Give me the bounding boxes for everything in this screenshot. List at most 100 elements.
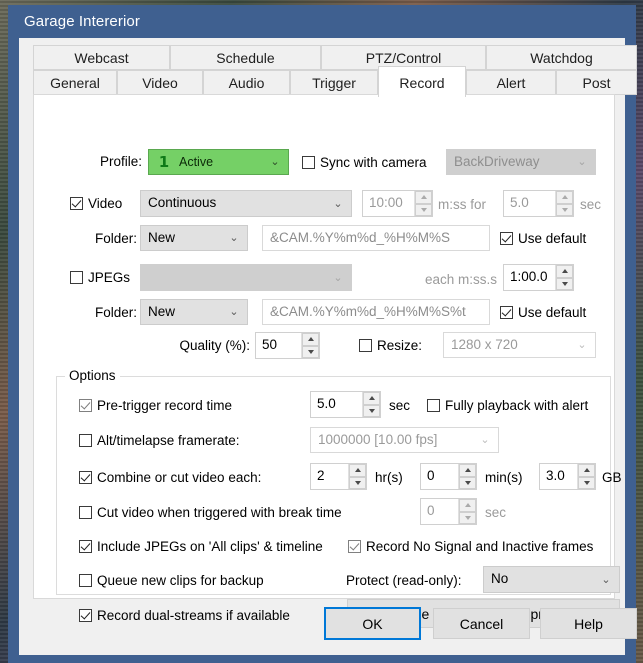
video-mode-dropdown[interactable]: Continuous ⌄ xyxy=(140,190,352,217)
camera-dropdown[interactable]: BackDriveway ⌄ xyxy=(446,149,596,175)
tab-trigger[interactable]: Trigger xyxy=(290,70,378,95)
spinner-down-icon[interactable] xyxy=(556,203,573,216)
spinner-down-icon[interactable] xyxy=(459,511,476,524)
alt-framerate-dropdown[interactable]: 1000000 [10.00 fps] ⌄ xyxy=(310,427,499,453)
video-post-spinner[interactable]: 5.0 xyxy=(503,190,574,217)
pre-trigger-checkbox[interactable]: Pre-trigger record time xyxy=(79,398,232,414)
combine-minutes-unit: min(s) xyxy=(485,470,523,485)
spinner-buttons[interactable] xyxy=(301,333,319,358)
resize-dropdown[interactable]: 1280 x 720 ⌄ xyxy=(443,332,596,358)
include-jpegs-checkbox[interactable]: Include JPEGs on 'All clips' & timeline xyxy=(79,539,323,555)
combine-size-unit: GB xyxy=(602,470,622,485)
spinner-up-icon[interactable] xyxy=(302,333,319,346)
spinner-buttons[interactable] xyxy=(348,464,366,489)
spinner-up-icon[interactable] xyxy=(578,464,595,477)
spinner-down-icon[interactable] xyxy=(363,404,380,417)
ok-button[interactable]: OK xyxy=(324,607,421,640)
tab-watchdog[interactable]: Watchdog xyxy=(486,45,637,70)
spinner-buttons[interactable] xyxy=(458,464,476,489)
tab-audio[interactable]: Audio xyxy=(203,70,290,95)
alt-framerate-value: 1000000 [10.00 fps] xyxy=(318,432,438,447)
spinner-up-icon[interactable] xyxy=(459,464,476,477)
combine-minutes-spinner[interactable]: 0 xyxy=(420,463,477,490)
jpegs-interval-spinner[interactable]: 1:00.0 xyxy=(503,264,574,291)
checkbox-box xyxy=(348,540,361,553)
video-mode-value: Continuous xyxy=(148,195,217,210)
spinner-up-icon[interactable] xyxy=(556,265,573,278)
sync-with-camera-checkbox[interactable]: Sync with camera xyxy=(302,155,427,171)
spinner-buttons[interactable] xyxy=(577,464,595,489)
profile-label: Profile: xyxy=(99,154,142,169)
profile-dropdown[interactable]: 1 Active ⌄ xyxy=(148,149,289,175)
jpegs-use-default-checkbox[interactable]: Use default xyxy=(500,305,586,321)
combine-hours-value: 2 xyxy=(317,468,325,483)
spinner-down-icon[interactable] xyxy=(302,345,319,358)
resize-checkbox[interactable]: Resize: xyxy=(359,338,422,354)
combine-size-spinner[interactable]: 3.0 xyxy=(539,463,596,490)
tab-general[interactable]: General xyxy=(33,70,117,95)
jpegs-folder-path-input[interactable]: &CAM.%Y%m%d_%H%M%S%t xyxy=(262,299,490,325)
video-folder-mode-dropdown[interactable]: New ⌄ xyxy=(140,225,248,251)
alt-framerate-checkbox[interactable]: Alt/timelapse framerate: xyxy=(79,433,240,449)
spinner-down-icon[interactable] xyxy=(459,476,476,489)
cut-on-trigger-checkbox[interactable]: Cut video when triggered with break time xyxy=(79,505,342,521)
jpegs-checkbox[interactable]: JPEGs xyxy=(70,270,130,286)
video-duration-spinner[interactable]: 10:00 xyxy=(362,190,433,217)
queue-backup-checkbox[interactable]: Queue new clips for backup xyxy=(79,573,264,589)
jpegs-folder-mode-dropdown[interactable]: New ⌄ xyxy=(140,299,248,325)
checkbox-box xyxy=(359,339,372,352)
chevron-down-icon: ⌄ xyxy=(480,434,490,446)
spinner-buttons[interactable] xyxy=(555,265,573,290)
tab-schedule[interactable]: Schedule xyxy=(170,45,321,70)
quality-spinner[interactable]: 50 xyxy=(255,332,320,359)
tab-record-label: Record xyxy=(399,75,445,91)
spinner-buttons[interactable] xyxy=(458,499,476,524)
video-folder-path-value: &CAM.%Y%m%d_%H%M%S xyxy=(270,230,451,245)
spinner-up-icon[interactable] xyxy=(363,392,380,405)
tab-record[interactable]: Record xyxy=(378,66,466,97)
spinner-down-icon[interactable] xyxy=(349,476,366,489)
spinner-up-icon[interactable] xyxy=(459,499,476,512)
spinner-up-icon[interactable] xyxy=(556,191,573,204)
spinner-down-icon[interactable] xyxy=(578,476,595,489)
tab-video[interactable]: Video xyxy=(117,70,203,95)
chevron-down-icon: ⌄ xyxy=(333,197,343,210)
cut-on-trigger-spinner[interactable]: 0 xyxy=(420,498,477,525)
tab-video-label: Video xyxy=(142,75,178,91)
quality-label: Quality (%): xyxy=(179,338,250,353)
jpegs-mode-dropdown[interactable]: ⌄ xyxy=(140,264,352,291)
spinner-buttons[interactable] xyxy=(414,191,432,216)
combine-cut-checkbox[interactable]: Combine or cut video each: xyxy=(79,470,261,486)
tab-alert-label: Alert xyxy=(496,75,526,91)
protect-dropdown[interactable]: No ⌄ xyxy=(483,566,620,593)
pre-trigger-spinner[interactable]: 5.0 xyxy=(310,391,381,418)
spinner-buttons[interactable] xyxy=(555,191,573,216)
chevron-down-icon: ⌄ xyxy=(270,156,280,168)
protect-label: Protect (read-only): xyxy=(346,573,462,588)
video-checkbox[interactable]: Video xyxy=(70,196,122,212)
fully-playback-checkbox[interactable]: Fully playback with alert xyxy=(427,398,588,414)
video-use-default-checkbox[interactable]: Use default xyxy=(500,231,586,247)
spinner-up-icon[interactable] xyxy=(415,191,432,204)
spinner-buttons[interactable] xyxy=(362,392,380,417)
spinner-down-icon[interactable] xyxy=(556,277,573,290)
combine-hours-spinner[interactable]: 2 xyxy=(310,463,367,490)
record-no-signal-checkbox[interactable]: Record No Signal and Inactive frames xyxy=(348,539,593,555)
tab-webcast[interactable]: Webcast xyxy=(33,45,170,70)
checkbox-box xyxy=(79,540,92,553)
combine-size-value: 3.0 xyxy=(546,468,565,483)
cut-on-trigger-label: Cut video when triggered with break time xyxy=(97,505,342,520)
video-checkbox-label: Video xyxy=(88,196,123,211)
tab-alert[interactable]: Alert xyxy=(466,70,556,95)
video-post-unit: sec xyxy=(580,197,602,212)
video-folder-path-input[interactable]: &CAM.%Y%m%d_%H%M%S xyxy=(262,225,490,251)
cut-on-trigger-value: 0 xyxy=(427,503,435,518)
help-button[interactable]: Help xyxy=(540,608,637,639)
combine-minutes-value: 0 xyxy=(427,468,435,483)
video-duration-unit: m:ss for xyxy=(438,197,487,212)
checkbox-box xyxy=(79,506,92,519)
cancel-button[interactable]: Cancel xyxy=(433,608,530,639)
spinner-down-icon[interactable] xyxy=(415,203,432,216)
spinner-up-icon[interactable] xyxy=(349,464,366,477)
tab-post[interactable]: Post xyxy=(556,70,637,95)
